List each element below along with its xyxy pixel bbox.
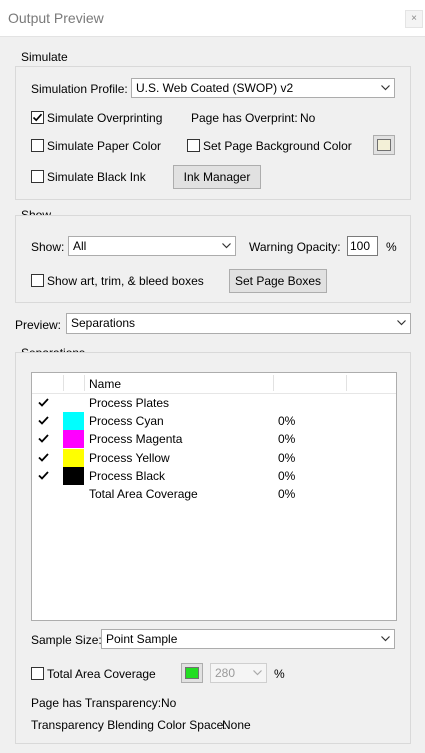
separation-row[interactable]: Process Black 0% [32, 466, 396, 485]
column-header-name[interactable]: Name [89, 377, 121, 391]
simulate-black-ink-checkbox[interactable] [31, 170, 44, 183]
page-overprint-label: Page has Overprint: [191, 111, 298, 125]
preview-label: Preview: [15, 318, 62, 332]
visibility-check-icon[interactable] [37, 469, 50, 482]
sample-size-select[interactable]: Point Sample [101, 629, 395, 649]
tac-value: 280 [215, 666, 236, 680]
simulate-black-ink-label: Simulate Black Ink [47, 170, 146, 184]
title-bar: Output Preview × [0, 0, 425, 37]
chevron-down-icon [376, 79, 394, 97]
column-divider [63, 375, 64, 391]
page-overprint-value: No [300, 111, 316, 125]
ink-color-swatch [63, 466, 84, 485]
ink-manager-button[interactable]: Ink Manager [173, 165, 261, 189]
visibility-check-icon[interactable] [37, 432, 50, 445]
simulate-overprinting-label: Simulate Overprinting [47, 111, 163, 125]
chevron-down-icon [392, 314, 410, 332]
separation-percent: 0% [278, 414, 296, 429]
ink-color-swatch [63, 412, 84, 431]
separations-list-header: Name [32, 373, 396, 394]
simulate-paper-color-label: Simulate Paper Color [47, 139, 162, 153]
blend-space-value: None [222, 718, 251, 732]
visibility-check-icon[interactable] [37, 414, 50, 427]
tac-value-select[interactable]: 280 [210, 663, 267, 683]
separation-name: Process Magenta [89, 432, 183, 447]
show-label: Show: [31, 240, 65, 254]
simulate-paper-color-checkbox[interactable] [31, 139, 44, 152]
tac-unit: % [274, 667, 285, 681]
chevron-down-icon [217, 237, 235, 255]
separation-name: Process Black [89, 468, 166, 483]
set-page-background-checkbox[interactable] [187, 139, 200, 152]
separations-list: Name Process Plates Process Cyan 0% Process… [31, 372, 397, 621]
chevron-down-icon [376, 630, 394, 648]
separation-name: Process Yellow [89, 450, 170, 465]
separation-name: Process Plates [89, 396, 170, 410]
set-page-background-label: Set Page Background Color [203, 139, 352, 153]
page-transparency-label: Page has Transparency: [31, 696, 162, 710]
simulation-profile-select[interactable]: U.S. Web Coated (SWOP) v2 [131, 78, 395, 98]
separation-percent: 0% [278, 487, 296, 501]
show-value: All [73, 239, 87, 253]
set-page-boxes-button[interactable]: Set Page Boxes [229, 269, 327, 293]
separation-row[interactable]: Process Yellow 0% [32, 448, 396, 467]
separation-percent: 0% [278, 450, 296, 465]
separation-row[interactable]: Process Magenta 0% [32, 430, 396, 449]
separation-percent: 0% [278, 468, 296, 483]
ink-color-swatch [63, 430, 84, 449]
separation-row[interactable]: Total Area Coverage 0% [32, 485, 396, 503]
sample-size-value: Point Sample [106, 632, 178, 646]
show-boxes-label: Show art, trim, & bleed boxes [47, 274, 204, 288]
blend-space-label: Transparency Blending Color Space: [31, 718, 227, 732]
warning-opacity-input[interactable]: 100 [347, 236, 378, 256]
simulation-profile-label: Simulation Profile: [31, 82, 128, 96]
separation-row[interactable]: Process Cyan 0% [32, 412, 396, 431]
separation-name: Process Cyan [89, 414, 164, 429]
visibility-check-icon[interactable] [37, 396, 50, 409]
column-divider [346, 375, 347, 391]
tac-color-button[interactable] [181, 663, 203, 683]
warning-opacity-value: 100 [350, 239, 371, 253]
show-group [15, 215, 411, 303]
ink-color-swatch [63, 448, 84, 467]
preview-select[interactable]: Separations [66, 313, 411, 334]
visibility-check-icon[interactable] [37, 451, 50, 464]
close-button[interactable]: × [405, 10, 423, 28]
simulation-profile-value: U.S. Web Coated (SWOP) v2 [136, 81, 294, 95]
separation-name: Total Area Coverage [89, 487, 198, 501]
chevron-down-icon [248, 664, 266, 682]
simulate-overprinting-checkbox[interactable] [31, 111, 44, 124]
window-title: Output Preview [8, 10, 104, 26]
simulate-group-label: Simulate [21, 50, 68, 64]
show-select[interactable]: All [68, 236, 236, 256]
column-divider [273, 375, 274, 391]
page-background-color-swatch [377, 139, 391, 151]
checkmark-icon [32, 113, 43, 122]
sample-size-label: Sample Size: [31, 633, 102, 647]
separation-percent: 0% [278, 432, 296, 447]
column-divider [84, 375, 85, 391]
separation-row[interactable]: Process Plates [32, 394, 396, 412]
total-area-coverage-label: Total Area Coverage [47, 667, 156, 681]
close-icon: × [411, 13, 417, 24]
preview-value: Separations [71, 316, 136, 330]
tac-color-swatch [185, 667, 199, 679]
page-background-color-button[interactable] [373, 135, 395, 155]
page-transparency-value: No [161, 696, 177, 710]
warning-opacity-label: Warning Opacity: [249, 240, 341, 254]
total-area-coverage-checkbox[interactable] [31, 667, 44, 680]
show-boxes-checkbox[interactable] [31, 274, 44, 287]
warning-opacity-unit: % [386, 240, 397, 254]
